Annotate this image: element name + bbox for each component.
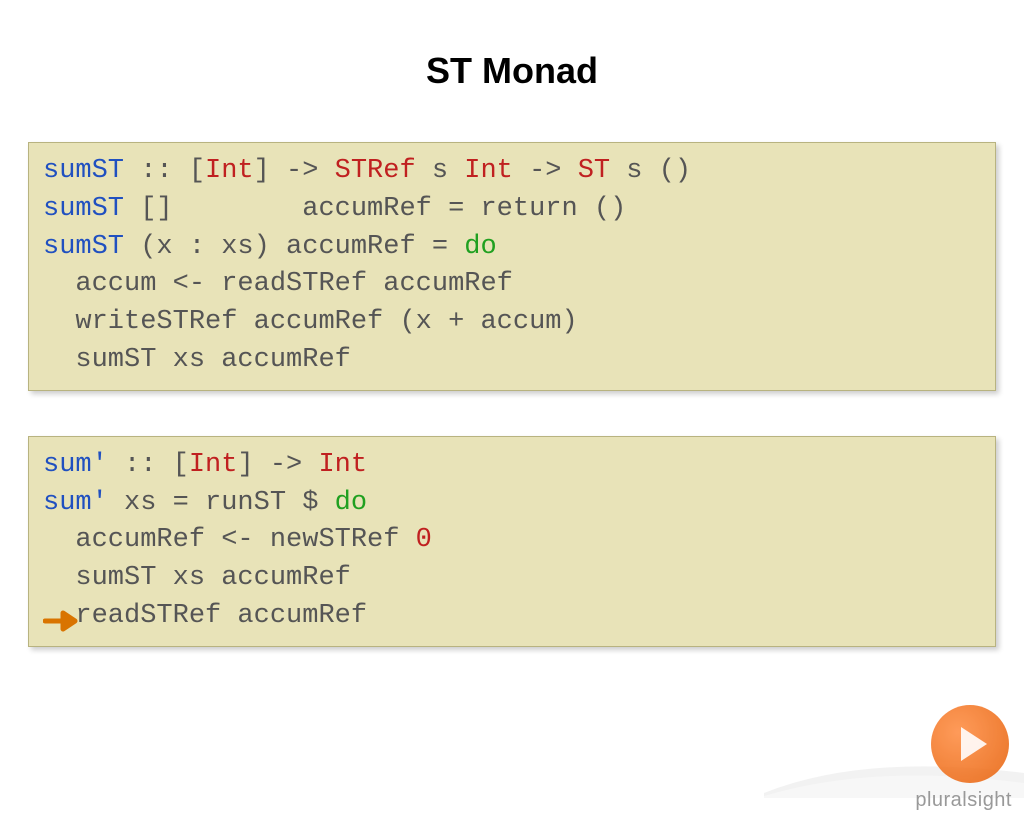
pointer-arrow-icon bbox=[43, 608, 83, 630]
code-line: sum' xs = runST $ do bbox=[43, 485, 981, 523]
play-triangle-icon bbox=[961, 727, 987, 761]
code-line: sum' :: [Int] -> Int bbox=[43, 447, 981, 485]
code-line: sumST xs accumRef bbox=[43, 560, 981, 598]
brand-label: pluralsight bbox=[915, 789, 1012, 812]
swoosh-icon bbox=[764, 748, 1024, 798]
code-line: readSTRef accumRef bbox=[43, 598, 981, 636]
code-block-2: sum' :: [Int] -> Int sum' xs = runST $ d… bbox=[28, 436, 996, 647]
code-line: sumST :: [Int] -> STRef s Int -> ST s () bbox=[43, 153, 981, 191]
code-line: accum <- readSTRef accumRef bbox=[43, 266, 981, 304]
play-button-icon bbox=[931, 705, 1009, 783]
code-line: sumST [] accumRef = return () bbox=[43, 191, 981, 229]
slide-title: ST Monad bbox=[0, 50, 1024, 92]
code-line: accumRef <- newSTRef 0 bbox=[43, 522, 981, 560]
code-line: sumST xs accumRef bbox=[43, 342, 981, 380]
watermark: pluralsight bbox=[804, 698, 1024, 818]
code-block-1: sumST :: [Int] -> STRef s Int -> ST s ()… bbox=[28, 142, 996, 391]
code-line: sumST (x : xs) accumRef = do bbox=[43, 229, 981, 267]
code-line: writeSTRef accumRef (x + accum) bbox=[43, 304, 981, 342]
